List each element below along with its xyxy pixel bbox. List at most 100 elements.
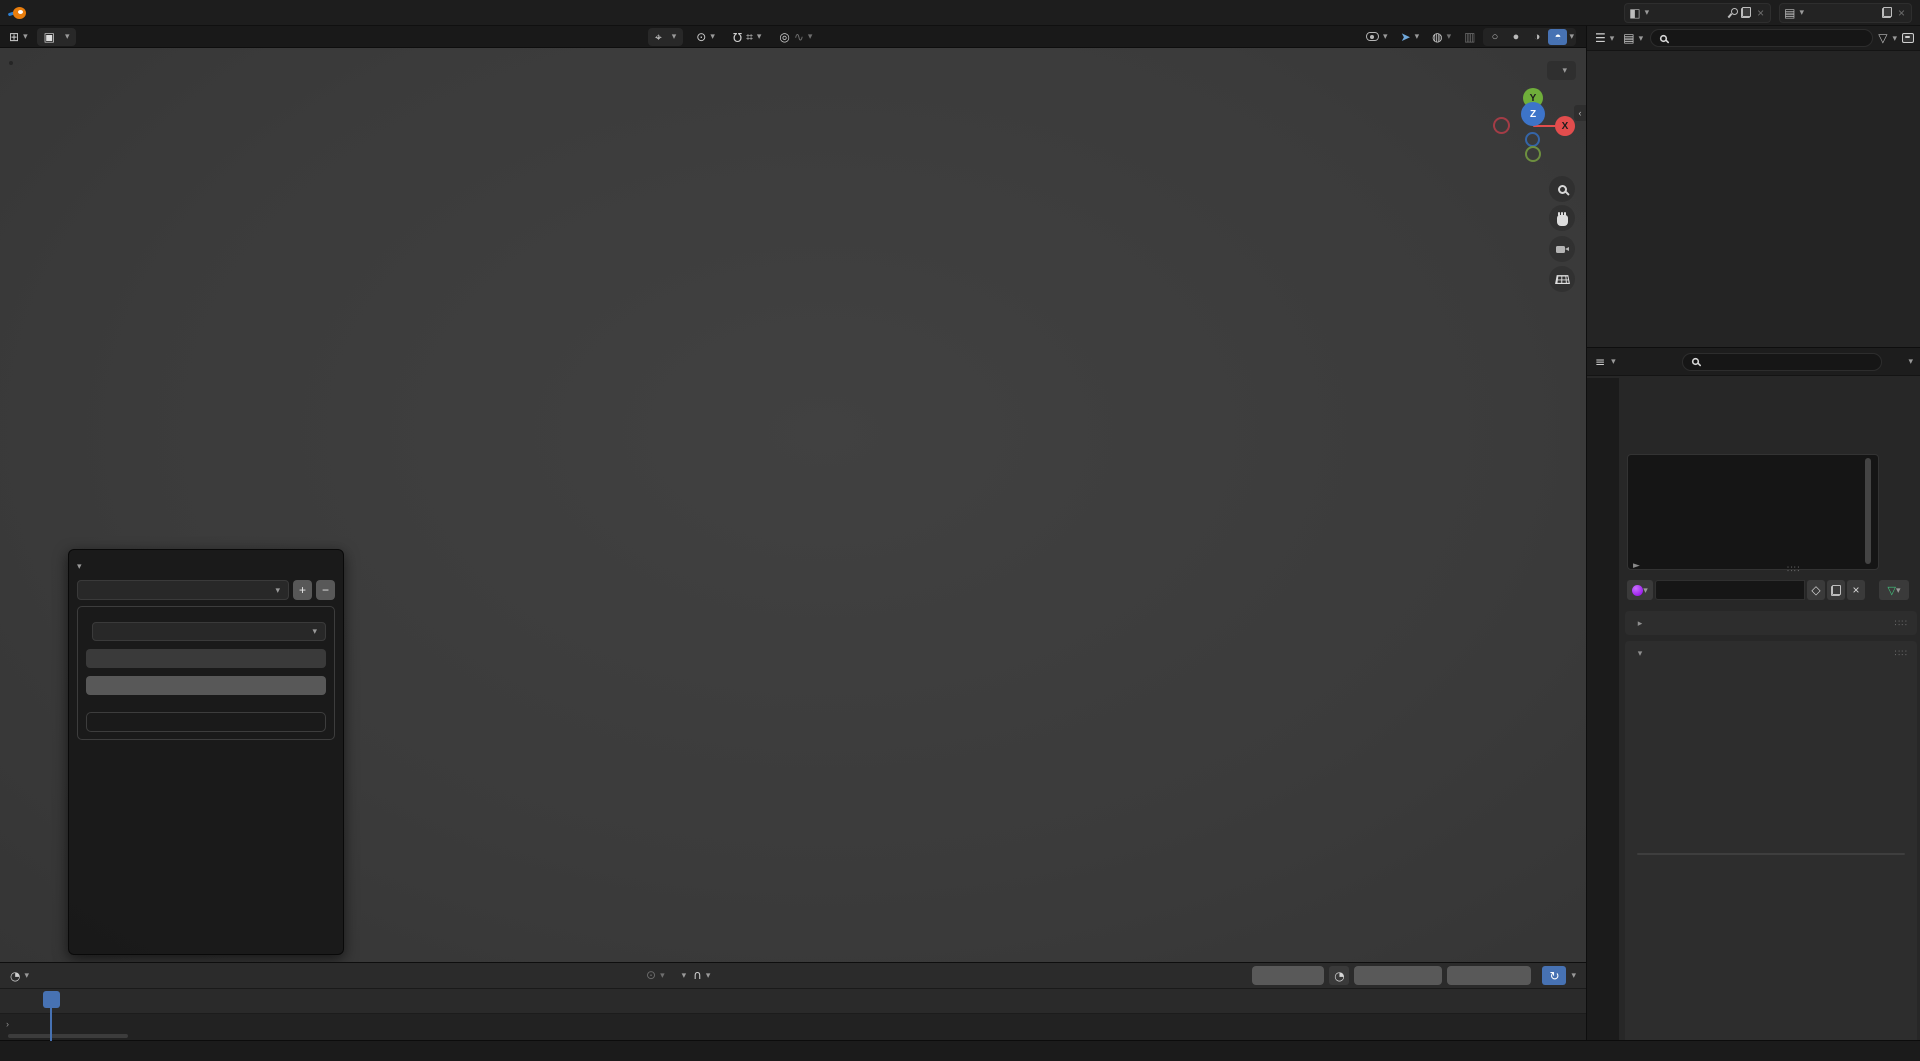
list-resize-grip[interactable]: ∷∷ [1787, 564, 1800, 575]
operator-panel: ▾ ▾ + − ▾ [68, 549, 344, 955]
viewport-header-center: ⌖ ▾ ⊙ ▾ Ω ⌗ ▾ ◎ ∿ ▾ [648, 27, 817, 46]
perspective-toggle-button[interactable] [1549, 266, 1575, 292]
camera-view-button[interactable] [1549, 236, 1575, 262]
browse-material-button[interactable]: ▾ [1627, 580, 1653, 600]
scene-selector[interactable]: ◧ ▾ × [1624, 2, 1772, 23]
pan-button[interactable] [1549, 205, 1575, 231]
overlays-toggle[interactable]: ◍ ▾ [1427, 28, 1456, 46]
transform-orientation-dropdown[interactable]: ⌖ ▾ [648, 27, 684, 46]
channel-expander-icon[interactable]: › [6, 1019, 9, 1029]
navigation-gizmo[interactable]: Y Z X [1487, 88, 1582, 183]
shading-solid-button[interactable]: ● [1506, 29, 1525, 45]
slot-expand-icon[interactable]: ► [1633, 562, 1640, 571]
zoom-button[interactable] [1549, 176, 1575, 202]
properties-search[interactable] [1681, 352, 1882, 371]
view-layer-selector[interactable]: ▤ ▾ × [1779, 2, 1912, 23]
fake-user-button[interactable]: ◇ [1807, 580, 1825, 600]
new-view-layer-icon[interactable] [1881, 7, 1892, 18]
gizmo-toggle[interactable]: ➤ ▾ [1396, 28, 1425, 46]
gizmo-axis-x[interactable]: X [1555, 116, 1575, 136]
operator-panel-header[interactable]: ▾ [77, 555, 335, 577]
gizmo-axis-z-neg[interactable] [1525, 132, 1540, 147]
falloff-icon: ∿ [793, 29, 804, 44]
outliner-display-mode[interactable]: ☰ ▾ [1593, 29, 1616, 47]
camera-icon [1555, 245, 1569, 254]
clock-icon: ◔ [10, 968, 21, 983]
shading-rendered-button[interactable]: ◓ [1548, 28, 1568, 45]
loop-icon: ∩ [693, 968, 702, 982]
preview-range-button[interactable]: ◔ [1329, 966, 1350, 985]
disclosure-icon[interactable]: ▸ [1634, 618, 1646, 629]
shading-dropdown-icon[interactable]: ▾ [1569, 32, 1574, 41]
outliner-mode-icon-button[interactable]: ▤ ▾ [1621, 29, 1645, 47]
sync-mode-button[interactable]: ↻ [1542, 966, 1567, 985]
chevron-down-icon[interactable]: ▾ [1611, 357, 1616, 366]
end-frame-field[interactable] [1447, 966, 1532, 985]
visibility-dropdown[interactable]: ▾ [1361, 28, 1393, 46]
editor-timeline-button[interactable]: ◔ ▾ [8, 967, 31, 985]
status-bar [0, 1040, 1920, 1061]
pivot-point-dropdown[interactable]: ⊙ ▾ [691, 28, 720, 46]
material-name-field[interactable] [1655, 580, 1805, 600]
timeline-ruler[interactable] [0, 989, 1586, 1014]
shading-wireframe-button[interactable]: ○ [1485, 29, 1504, 45]
seed-field[interactable] [86, 649, 326, 668]
xray-toggle[interactable]: ▥ [1459, 28, 1480, 46]
current-frame-field[interactable] [1252, 966, 1325, 985]
properties-options-icon[interactable]: ▾ [1908, 357, 1913, 366]
shield-icon: ◇ [1811, 583, 1821, 597]
timeline-scrollbar[interactable] [8, 1034, 128, 1038]
unlink-material-button[interactable]: × [1847, 580, 1865, 600]
start-frame-field[interactable] [1354, 966, 1443, 985]
filter-icon[interactable]: ▽ [1878, 32, 1887, 44]
search-icon [1660, 34, 1668, 42]
gizmo-axis-z[interactable]: Z [1521, 102, 1545, 126]
slot-list-scrollbar[interactable] [1865, 458, 1871, 564]
col-range-dropdown[interactable]: ▾ [92, 622, 326, 641]
timeline-channels[interactable] [0, 1014, 1586, 1041]
sync-dropdown-icon[interactable]: ▾ [1571, 971, 1576, 980]
panel-grip[interactable]: ∷∷ [1895, 648, 1908, 659]
auto-keying-toggle[interactable]: ⊙ ▾ [643, 966, 668, 984]
operator-presets-dropdown[interactable]: ▾ [77, 580, 289, 600]
pivot-icon: ⊙ [696, 29, 707, 44]
copy-material-button[interactable] [1827, 580, 1845, 600]
hand-icon [1556, 211, 1568, 226]
material-sphere-icon [1632, 584, 1644, 596]
snapping-controls[interactable]: Ω ⌗ ▾ [728, 28, 766, 46]
surface-panel-header[interactable]: ▾ ∷∷ [1625, 641, 1917, 665]
editor-type-button[interactable]: ⊞ ▾ [4, 28, 33, 46]
mesh-data-dropdown[interactable]: ▽ ▾ [1879, 580, 1909, 600]
viewport-3d[interactable]: ▾ Y Z X ‹ ▾ ▾ + − ▾ [0, 48, 1586, 962]
loop-toggle[interactable]: ∩ ▾ [690, 966, 713, 984]
shading-material-button[interactable]: ◑ [1527, 29, 1546, 45]
playhead[interactable] [43, 991, 60, 1008]
options-button[interactable]: ▾ [1547, 61, 1576, 80]
add-preset-button[interactable]: + [293, 580, 312, 600]
blender-logo-icon[interactable] [7, 6, 26, 20]
panel-grip[interactable]: ∷∷ [1895, 618, 1908, 629]
chevron-down-icon[interactable]: ▾ [1645, 8, 1650, 17]
filter-dropdown-icon[interactable]: ▾ [1892, 33, 1897, 43]
collapse-icon[interactable]: ▾ [77, 561, 82, 571]
pin-icon[interactable] [1727, 7, 1739, 18]
copy-icon [1831, 584, 1841, 596]
disclosure-icon[interactable]: ▾ [1634, 648, 1646, 659]
new-collection-icon[interactable] [1902, 33, 1914, 43]
number-of-colors-field[interactable] [86, 676, 326, 695]
frame-step-dropdown[interactable]: ▾ [682, 970, 687, 980]
editor-properties-icon[interactable]: ≡ [1595, 356, 1605, 368]
gizmo-axis-y-neg[interactable] [1525, 146, 1541, 162]
outliner-search[interactable] [1650, 29, 1874, 47]
preview-panel[interactable]: ▸ ∷∷ [1625, 611, 1917, 635]
chevron-down-icon[interactable]: ▾ [1799, 8, 1804, 17]
new-scene-icon[interactable] [1741, 7, 1752, 18]
sidebar-toggle[interactable]: ‹ [1574, 105, 1586, 121]
gizmo-axis-x-neg[interactable] [1493, 117, 1510, 134]
search-icon [1691, 357, 1699, 366]
close-icon[interactable]: × [1896, 6, 1907, 20]
close-icon[interactable]: × [1755, 6, 1766, 20]
mode-dropdown[interactable]: ▣ ▾ [36, 27, 77, 46]
proportional-editing-controls[interactable]: ◎ ∿ ▾ [774, 28, 817, 46]
remove-preset-button[interactable]: − [316, 580, 335, 600]
